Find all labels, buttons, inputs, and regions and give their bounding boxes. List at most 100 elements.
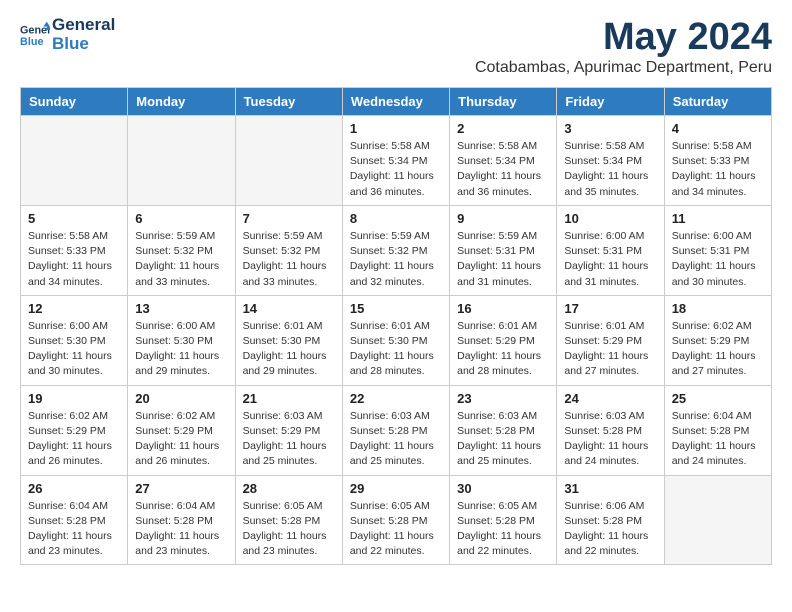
calendar-cell-w2d5: 9Sunrise: 5:59 AM Sunset: 5:31 PM Daylig… bbox=[450, 205, 557, 295]
calendar-cell-w1d7: 4Sunrise: 5:58 AM Sunset: 5:33 PM Daylig… bbox=[664, 116, 771, 206]
svg-text:Blue: Blue bbox=[20, 36, 43, 48]
day-number: 3 bbox=[564, 121, 656, 136]
calendar-cell-w5d3: 28Sunrise: 6:05 AM Sunset: 5:28 PM Dayli… bbox=[235, 475, 342, 565]
page-container: General Blue General Blue May 2024 Cotab… bbox=[0, 0, 792, 581]
calendar-cell-w4d1: 19 Sunrise: 6:02 AM Sunset: 5:29 PM Dayli… bbox=[21, 385, 128, 475]
calendar-week-row-5: 26 Sunrise: 6:04 AM Sunset: 5:28 PM Dayli… bbox=[21, 475, 772, 565]
calendar-cell-w5d2: 27 Sunrise: 6:04 AM Sunset: 5:28 PM Dayli… bbox=[128, 475, 235, 565]
day-info: Sunrise: 5:58 AM Sunset: 5:34 PM Dayligh… bbox=[564, 139, 656, 200]
calendar-cell-w3d7: 18Sunrise: 6:02 AM Sunset: 5:29 PM Dayli… bbox=[664, 295, 771, 385]
day-number: 30 bbox=[457, 481, 549, 496]
day-info: Sunrise: 6:05 AM Sunset: 5:28 PM Dayligh… bbox=[457, 499, 549, 560]
day-info: Sunrise: 6:01 AM Sunset: 5:29 PM Dayligh… bbox=[457, 319, 549, 380]
day-number: 10 bbox=[564, 211, 656, 226]
calendar-cell-w1d3 bbox=[235, 116, 342, 206]
day-number: 28 bbox=[243, 481, 335, 496]
day-info: Sunrise: 5:59 AM Sunset: 5:32 PM Dayligh… bbox=[350, 229, 442, 290]
day-info: Sunrise: 6:04 AM Sunset: 5:28 PM Dayligh… bbox=[28, 499, 120, 560]
day-info: Sunrise: 6:00 AM Sunset: 5:30 PM Dayligh… bbox=[28, 319, 120, 380]
day-info: Sunrise: 6:04 AM Sunset: 5:28 PM Dayligh… bbox=[135, 499, 227, 560]
day-info: Sunrise: 6:00 AM Sunset: 5:31 PM Dayligh… bbox=[564, 229, 656, 290]
day-info: Sunrise: 6:06 AM Sunset: 5:28 PM Dayligh… bbox=[564, 499, 656, 560]
logo-line2: Blue bbox=[52, 35, 115, 54]
header-saturday: Saturday bbox=[664, 88, 771, 116]
calendar-cell-w2d1: 5Sunrise: 5:58 AM Sunset: 5:33 PM Daylig… bbox=[21, 205, 128, 295]
day-number: 6 bbox=[135, 211, 227, 226]
day-info: Sunrise: 6:02 AM Sunset: 5:29 PM Dayligh… bbox=[135, 409, 227, 470]
day-number: 20 bbox=[135, 391, 227, 406]
calendar-cell-w3d2: 13 Sunrise: 6:00 AM Sunset: 5:30 PM Dayli… bbox=[128, 295, 235, 385]
calendar-header-row: Sunday Monday Tuesday Wednesday Thursday… bbox=[21, 88, 772, 116]
calendar-cell-w4d2: 20 Sunrise: 6:02 AM Sunset: 5:29 PM Dayli… bbox=[128, 385, 235, 475]
calendar-cell-w1d1 bbox=[21, 116, 128, 206]
day-number: 2 bbox=[457, 121, 549, 136]
day-number: 11 bbox=[672, 211, 764, 226]
day-number: 26 bbox=[28, 481, 120, 496]
day-info: Sunrise: 5:58 AM Sunset: 5:33 PM Dayligh… bbox=[672, 139, 764, 200]
day-number: 23 bbox=[457, 391, 549, 406]
calendar-week-row-3: 12 Sunrise: 6:00 AM Sunset: 5:30 PM Dayli… bbox=[21, 295, 772, 385]
header-friday: Friday bbox=[557, 88, 664, 116]
logo: General Blue General Blue bbox=[20, 16, 115, 53]
calendar-cell-w5d6: 31 Sunrise: 6:06 AM Sunset: 5:28 PM Dayli… bbox=[557, 475, 664, 565]
calendar-table: Sunday Monday Tuesday Wednesday Thursday… bbox=[20, 87, 772, 565]
calendar-cell-w5d1: 26 Sunrise: 6:04 AM Sunset: 5:28 PM Dayli… bbox=[21, 475, 128, 565]
day-number: 7 bbox=[243, 211, 335, 226]
calendar-cell-w4d3: 21Sunrise: 6:03 AM Sunset: 5:29 PM Dayli… bbox=[235, 385, 342, 475]
day-info: Sunrise: 6:04 AM Sunset: 5:28 PM Dayligh… bbox=[672, 409, 764, 470]
calendar-cell-w3d5: 16 Sunrise: 6:01 AM Sunset: 5:29 PM Dayli… bbox=[450, 295, 557, 385]
subtitle: Cotabambas, Apurimac Department, Peru bbox=[475, 59, 772, 77]
day-info: Sunrise: 5:59 AM Sunset: 5:32 PM Dayligh… bbox=[243, 229, 335, 290]
day-info: Sunrise: 5:58 AM Sunset: 5:34 PM Dayligh… bbox=[350, 139, 442, 200]
calendar-cell-w2d3: 7 Sunrise: 5:59 AM Sunset: 5:32 PM Daylig… bbox=[235, 205, 342, 295]
title-section: May 2024 Cotabambas, Apurimac Department… bbox=[475, 16, 772, 77]
day-info: Sunrise: 5:59 AM Sunset: 5:32 PM Dayligh… bbox=[135, 229, 227, 290]
day-number: 15 bbox=[350, 301, 442, 316]
day-info: Sunrise: 5:58 AM Sunset: 5:34 PM Dayligh… bbox=[457, 139, 549, 200]
day-number: 25 bbox=[672, 391, 764, 406]
day-number: 1 bbox=[350, 121, 442, 136]
day-number: 14 bbox=[243, 301, 335, 316]
calendar-cell-w3d4: 15 Sunrise: 6:01 AM Sunset: 5:30 PM Dayli… bbox=[342, 295, 449, 385]
day-number: 29 bbox=[350, 481, 442, 496]
calendar-cell-w2d2: 6 Sunrise: 5:59 AM Sunset: 5:32 PM Daylig… bbox=[128, 205, 235, 295]
calendar-cell-w1d2 bbox=[128, 116, 235, 206]
day-info: Sunrise: 6:01 AM Sunset: 5:29 PM Dayligh… bbox=[564, 319, 656, 380]
day-info: Sunrise: 6:05 AM Sunset: 5:28 PM Dayligh… bbox=[350, 499, 442, 560]
calendar-cell-w3d3: 14 Sunrise: 6:01 AM Sunset: 5:30 PM Dayli… bbox=[235, 295, 342, 385]
calendar-cell-w1d4: 1 Sunrise: 5:58 AM Sunset: 5:34 PM Daylig… bbox=[342, 116, 449, 206]
calendar-cell-w2d4: 8 Sunrise: 5:59 AM Sunset: 5:32 PM Daylig… bbox=[342, 205, 449, 295]
day-number: 31 bbox=[564, 481, 656, 496]
day-info: Sunrise: 6:02 AM Sunset: 5:29 PM Dayligh… bbox=[28, 409, 120, 470]
header: General Blue General Blue May 2024 Cotab… bbox=[20, 16, 772, 77]
calendar-cell-w1d5: 2 Sunrise: 5:58 AM Sunset: 5:34 PM Daylig… bbox=[450, 116, 557, 206]
day-number: 13 bbox=[135, 301, 227, 316]
day-number: 21 bbox=[243, 391, 335, 406]
day-info: Sunrise: 6:03 AM Sunset: 5:28 PM Dayligh… bbox=[564, 409, 656, 470]
day-info: Sunrise: 6:03 AM Sunset: 5:28 PM Dayligh… bbox=[457, 409, 549, 470]
day-number: 24 bbox=[564, 391, 656, 406]
day-number: 27 bbox=[135, 481, 227, 496]
main-title: May 2024 bbox=[475, 16, 772, 59]
day-number: 16 bbox=[457, 301, 549, 316]
day-number: 19 bbox=[28, 391, 120, 406]
day-info: Sunrise: 6:00 AM Sunset: 5:30 PM Dayligh… bbox=[135, 319, 227, 380]
day-info: Sunrise: 6:03 AM Sunset: 5:28 PM Dayligh… bbox=[350, 409, 442, 470]
day-number: 5 bbox=[28, 211, 120, 226]
day-info: Sunrise: 6:01 AM Sunset: 5:30 PM Dayligh… bbox=[350, 319, 442, 380]
header-tuesday: Tuesday bbox=[235, 88, 342, 116]
calendar-cell-w5d5: 30 Sunrise: 6:05 AM Sunset: 5:28 PM Dayli… bbox=[450, 475, 557, 565]
calendar-week-row-1: 1 Sunrise: 5:58 AM Sunset: 5:34 PM Daylig… bbox=[21, 116, 772, 206]
day-info: Sunrise: 6:02 AM Sunset: 5:29 PM Dayligh… bbox=[672, 319, 764, 380]
header-sunday: Sunday bbox=[21, 88, 128, 116]
calendar-week-row-2: 5Sunrise: 5:58 AM Sunset: 5:33 PM Daylig… bbox=[21, 205, 772, 295]
day-number: 12 bbox=[28, 301, 120, 316]
day-number: 22 bbox=[350, 391, 442, 406]
day-info: Sunrise: 5:59 AM Sunset: 5:31 PM Dayligh… bbox=[457, 229, 549, 290]
calendar-cell-w4d7: 25 Sunrise: 6:04 AM Sunset: 5:28 PM Dayli… bbox=[664, 385, 771, 475]
calendar-cell-w3d1: 12 Sunrise: 6:00 AM Sunset: 5:30 PM Dayli… bbox=[21, 295, 128, 385]
header-wednesday: Wednesday bbox=[342, 88, 449, 116]
logo-icon: General Blue bbox=[20, 20, 50, 50]
day-number: 8 bbox=[350, 211, 442, 226]
day-info: Sunrise: 6:01 AM Sunset: 5:30 PM Dayligh… bbox=[243, 319, 335, 380]
